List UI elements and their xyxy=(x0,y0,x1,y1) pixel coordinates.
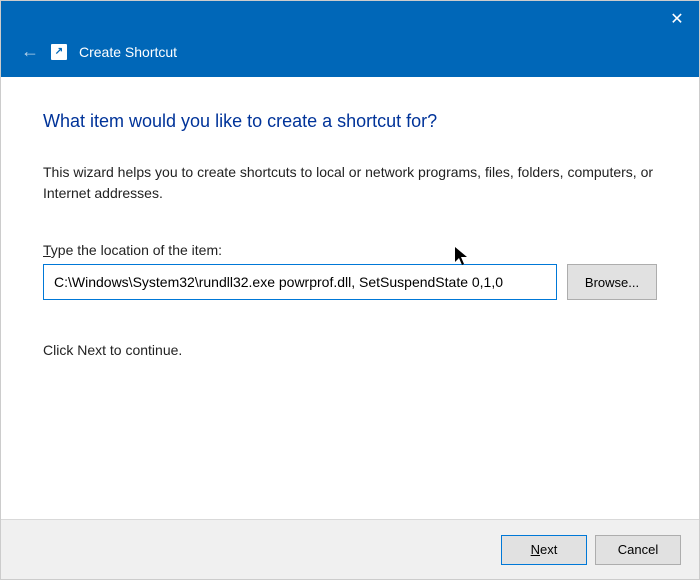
content-area: What item would you like to create a sho… xyxy=(1,77,699,519)
location-label: Type the location of the item: xyxy=(43,242,657,258)
footer-bar: Next Cancel xyxy=(1,519,699,579)
titlebar: ✕ ← ↗ Create Shortcut xyxy=(1,1,699,77)
titlebar-row: ← ↗ Create Shortcut xyxy=(21,41,177,62)
location-input[interactable] xyxy=(43,264,557,300)
shortcut-icon: ↗ xyxy=(51,44,67,60)
cancel-button[interactable]: Cancel xyxy=(595,535,681,565)
back-arrow-icon[interactable]: ← xyxy=(21,41,39,62)
next-button[interactable]: Next xyxy=(501,535,587,565)
input-row: Browse... xyxy=(43,264,657,300)
continue-text: Click Next to continue. xyxy=(43,342,657,358)
close-icon: ✕ xyxy=(670,9,683,29)
dialog-title: Create Shortcut xyxy=(79,44,177,60)
browse-button[interactable]: Browse... xyxy=(567,264,657,300)
close-button[interactable]: ✕ xyxy=(663,5,691,33)
wizard-heading: What item would you like to create a sho… xyxy=(43,111,657,132)
wizard-description: This wizard helps you to create shortcut… xyxy=(43,162,657,204)
